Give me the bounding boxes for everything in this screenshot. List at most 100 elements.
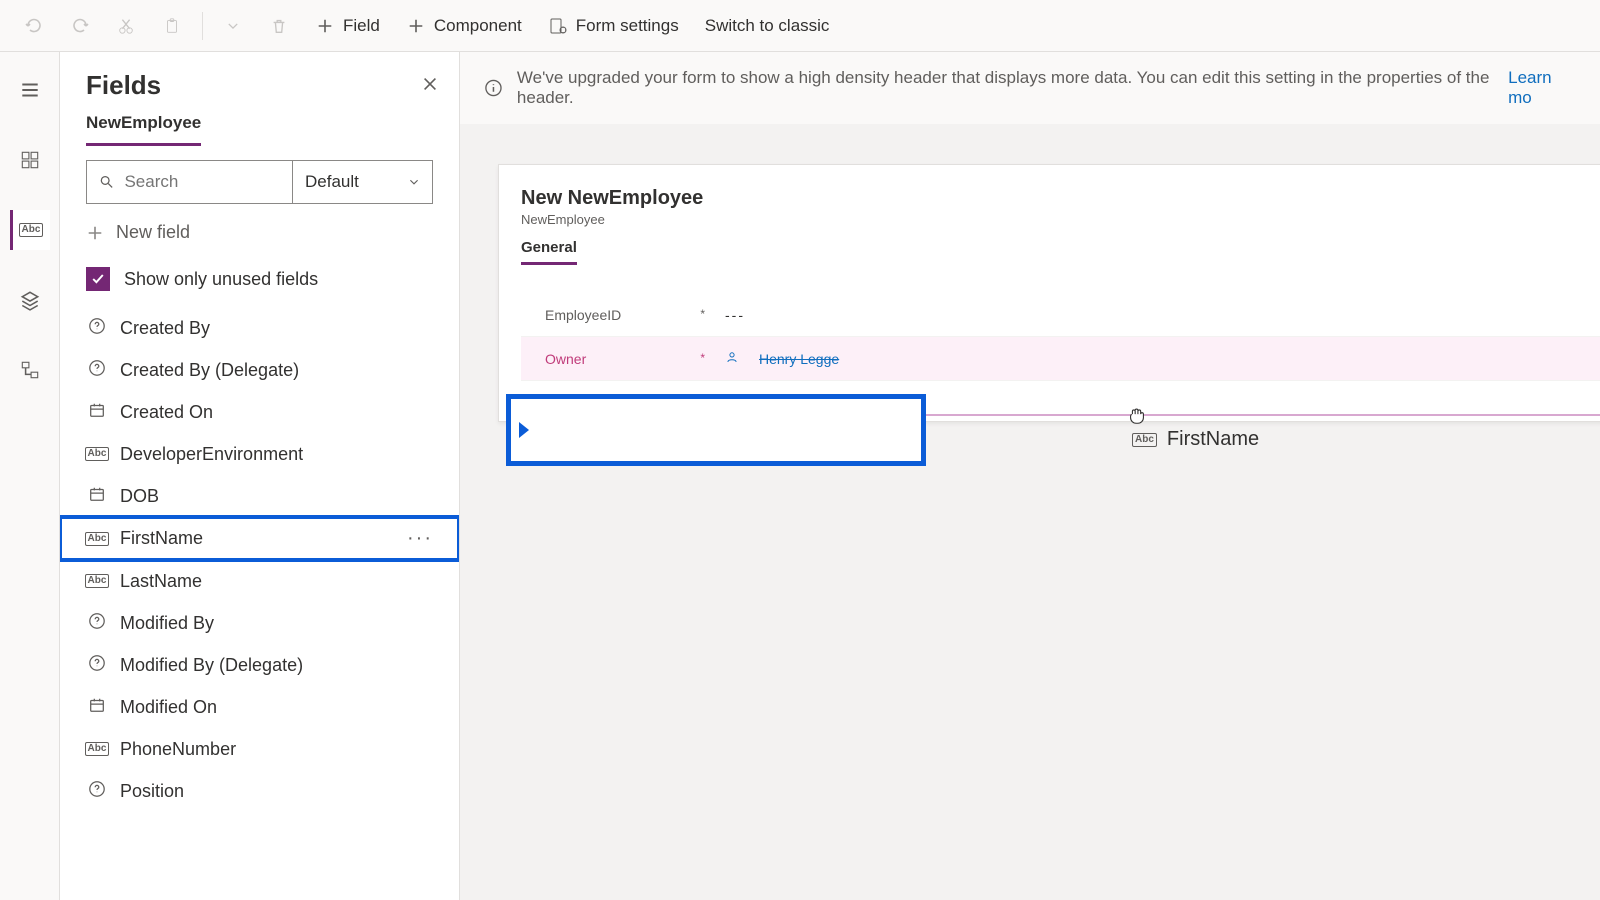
drop-target-highlight (506, 394, 926, 466)
field-item-label: Modified By (Delegate) (120, 655, 303, 676)
rail-fields[interactable]: Abc (10, 210, 50, 250)
paste-icon (162, 16, 182, 36)
learn-more-link[interactable]: Learn mo (1508, 68, 1576, 108)
redo-button[interactable] (58, 6, 102, 46)
add-component-button[interactable]: Component (394, 6, 534, 46)
lookup-icon (88, 654, 106, 677)
field-item[interactable]: Modified By (Delegate) (60, 644, 459, 686)
text-field-icon: Abc (1132, 433, 1157, 447)
form-row-employeeid[interactable]: EmployeeID * --- (521, 293, 1600, 337)
close-icon (421, 75, 439, 93)
form-canvas: We've upgraded your form to show a high … (460, 52, 1600, 900)
lookup-icon (88, 780, 106, 803)
insert-arrow-icon (519, 422, 529, 438)
toolbar-label: Field (343, 16, 380, 36)
text-field-icon: Abc (85, 574, 110, 588)
cut-icon (116, 16, 136, 36)
required-marker: * (700, 351, 705, 365)
lookup-icon (88, 612, 106, 635)
cut-button[interactable] (104, 6, 148, 46)
field-item[interactable]: Created By (Delegate) (60, 349, 459, 391)
field-item[interactable]: Created By (60, 307, 459, 349)
field-value: --- (725, 307, 745, 323)
field-item-label: FirstName (120, 528, 203, 549)
field-item-label: Modified On (120, 697, 217, 718)
chevron-dropdown[interactable] (211, 6, 255, 46)
show-unused-row[interactable]: Show only unused fields (60, 261, 459, 307)
rail-layers[interactable] (10, 280, 50, 320)
required-marker: * (700, 307, 705, 321)
plus-icon (315, 16, 335, 36)
text-field-icon: Abc (85, 532, 110, 546)
rail-tree[interactable] (10, 350, 50, 390)
field-item-label: Created By (Delegate) (120, 360, 299, 381)
field-item[interactable]: Abc LastName (60, 560, 459, 602)
field-item-label: DeveloperEnvironment (120, 444, 303, 465)
form-subtitle: NewEmployee (499, 210, 1600, 239)
form-card[interactable]: New NewEmployee NewEmployee General Empl… (498, 164, 1600, 422)
close-panel-button[interactable] (421, 73, 439, 99)
form-title: New NewEmployee (499, 187, 1600, 210)
delete-button[interactable] (257, 6, 301, 46)
info-icon (484, 78, 503, 98)
field-label: Owner (545, 351, 586, 367)
paste-button[interactable] (150, 6, 194, 46)
drag-ghost-label: FirstName (1167, 428, 1259, 451)
redo-icon (70, 16, 90, 36)
undo-button[interactable] (12, 6, 56, 46)
form-tab-general[interactable]: General (521, 239, 577, 265)
info-banner: We've upgraded your form to show a high … (460, 52, 1600, 124)
entity-tab[interactable]: NewEmployee (86, 113, 201, 146)
field-item-label: Position (120, 781, 184, 802)
rail-components[interactable] (10, 140, 50, 180)
search-row: Default (86, 160, 433, 204)
rail-hamburger[interactable] (10, 70, 50, 110)
field-item-label: DOB (120, 486, 159, 507)
form-settings-button[interactable]: Form settings (536, 6, 691, 46)
plus-icon (86, 224, 104, 242)
search-input-wrap (87, 161, 292, 203)
sort-label: Default (305, 172, 359, 192)
toolbar-label: Switch to classic (705, 16, 830, 36)
chevron-down-icon (223, 16, 243, 36)
fields-panel: Fields NewEmployee Default New field (60, 52, 460, 900)
toolbar-separator (202, 12, 203, 40)
owner-value[interactable]: Henry Legge (759, 351, 839, 367)
field-item-label: PhoneNumber (120, 739, 236, 760)
add-field-button[interactable]: Field (303, 6, 392, 46)
text-field-icon: Abc (85, 447, 110, 461)
person-icon (725, 350, 739, 367)
search-input[interactable] (124, 172, 280, 192)
field-item-label: LastName (120, 571, 202, 592)
toolbar-label: Component (434, 16, 522, 36)
field-item-label: Created By (120, 318, 210, 339)
field-item-label: Created On (120, 402, 213, 423)
chevron-down-icon (408, 176, 420, 188)
field-item-label: Modified By (120, 613, 214, 634)
form-section[interactable]: EmployeeID * --- Owner * Henry Legge (521, 283, 1600, 381)
field-item[interactable]: Modified By (60, 602, 459, 644)
top-toolbar: Field Component Form settings Switch to … (0, 0, 1600, 52)
drag-ghost: Abc FirstName (1132, 428, 1259, 451)
calendar-icon (88, 485, 106, 508)
form-settings-icon (548, 16, 568, 36)
new-field-button[interactable]: New field (60, 204, 459, 261)
field-item[interactable]: Abc FirstName ··· (60, 517, 459, 560)
new-field-label: New field (116, 222, 190, 243)
field-item[interactable]: Abc PhoneNumber (60, 728, 459, 770)
undo-icon (24, 16, 44, 36)
field-item[interactable]: Created On (60, 391, 459, 433)
banner-text: We've upgraded your form to show a high … (517, 68, 1494, 108)
sort-dropdown[interactable]: Default (292, 161, 432, 203)
more-button[interactable]: ··· (407, 527, 433, 550)
lookup-icon (88, 317, 106, 340)
text-field-icon: Abc (85, 742, 110, 756)
field-item[interactable]: DOB (60, 475, 459, 517)
field-item[interactable]: Position (60, 770, 459, 812)
switch-classic-button[interactable]: Switch to classic (693, 6, 842, 46)
field-label: EmployeeID (545, 307, 621, 323)
show-unused-label: Show only unused fields (124, 269, 318, 290)
field-item[interactable]: Modified On (60, 686, 459, 728)
field-item[interactable]: Abc DeveloperEnvironment (60, 433, 459, 475)
form-row-owner[interactable]: Owner * Henry Legge (521, 337, 1600, 381)
